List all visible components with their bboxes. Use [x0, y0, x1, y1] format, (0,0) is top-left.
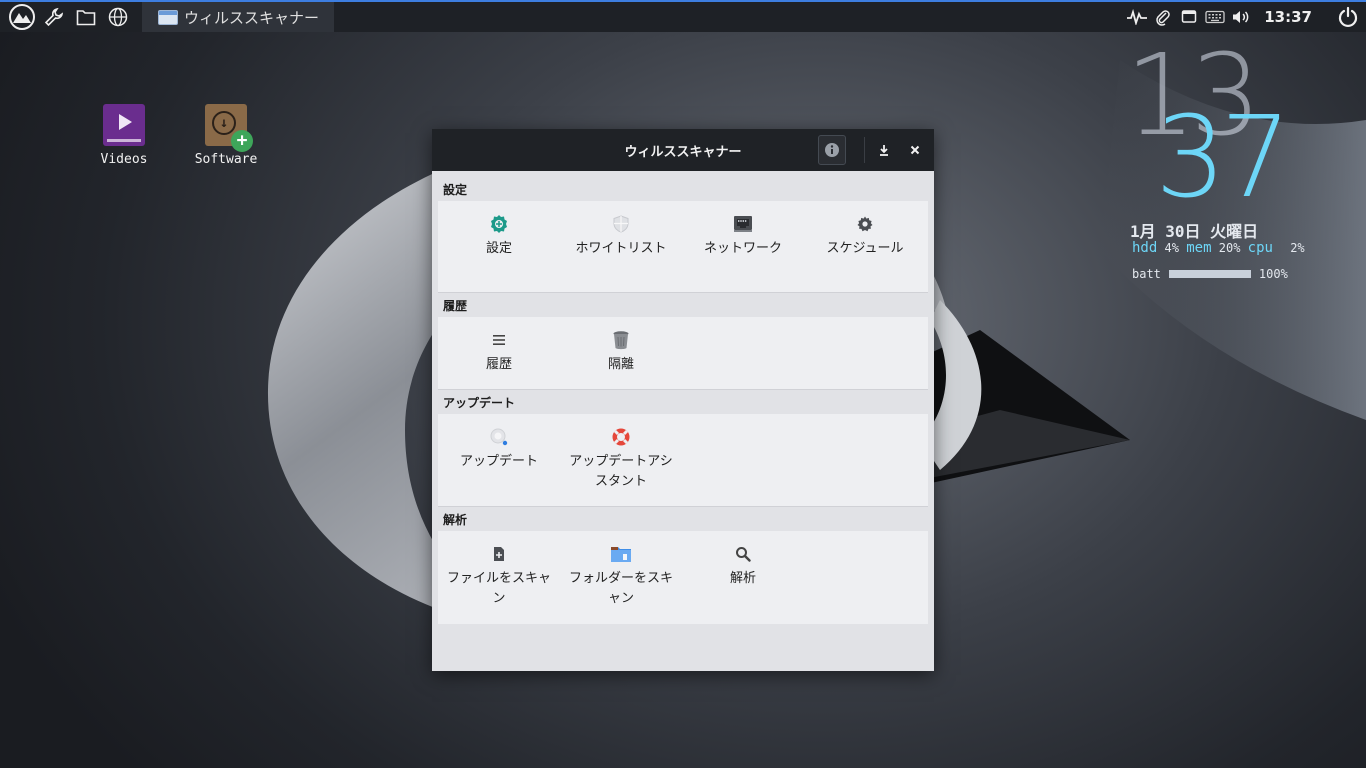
section-update: アップデート アップデートアシスタント: [438, 414, 928, 507]
scan-file-label: ファイルをスキャン: [446, 571, 551, 606]
desktop-icon-label: Software: [194, 152, 258, 167]
history-button[interactable]: 履歴: [438, 317, 560, 389]
scan-folder-button[interactable]: フォルダーをスキャン: [560, 531, 682, 624]
wrench-icon[interactable]: [38, 2, 70, 32]
section-heading-settings: 設定: [443, 183, 468, 197]
app-menu-icon[interactable]: [6, 2, 38, 32]
scan-folder-label: フォルダーをスキャン: [568, 571, 673, 606]
videos-icon: [103, 104, 145, 146]
update-assistant-button[interactable]: アップデートアシスタント: [560, 414, 682, 506]
settings-button[interactable]: 設定: [438, 201, 560, 292]
system-tray: 13:37: [1124, 2, 1366, 32]
whitelist-label: ホワイトリスト: [575, 241, 667, 256]
widget-date: 1月 30日 火曜日: [1130, 222, 1259, 241]
mem-value: 20%: [1218, 241, 1241, 255]
software-icon: ↓ +: [205, 104, 253, 152]
update-icon: [488, 426, 510, 448]
section-scan: ファイルをスキャン フォルダーをスキャン 解析: [438, 531, 928, 624]
top-panel: ウィルススキャナー 13:37: [0, 0, 1366, 32]
virus-scanner-window: ウィルススキャナー 設定 設定 ホワイトリスト ネットワーク スケジュール 履歴…: [432, 129, 934, 671]
widget-battery: batt 100%: [1132, 267, 1288, 281]
trash-icon: [610, 329, 632, 351]
section-heading-scan: 解析: [443, 513, 468, 527]
info-icon: [825, 143, 839, 157]
widget-stats: hdd 4% mem 20% cpu 2%: [1132, 240, 1305, 256]
window-title: ウィルススキャナー: [624, 144, 742, 160]
section-settings: 設定 ホワイトリスト ネットワーク スケジュール: [438, 201, 928, 293]
search-icon: [732, 543, 754, 565]
gear-shield-icon: [488, 213, 510, 235]
volume-icon[interactable]: [1228, 2, 1254, 32]
desktop-icon-software[interactable]: ↓ + Software: [181, 104, 271, 167]
battery-bar: [1168, 270, 1251, 278]
scan-file-button[interactable]: ファイルをスキャン: [438, 531, 560, 624]
power-icon[interactable]: [1330, 2, 1366, 32]
folder-icon: [610, 543, 632, 565]
close-icon: [910, 145, 920, 155]
schedule-label: スケジュール: [826, 241, 904, 256]
file-add-icon: [488, 543, 510, 565]
info-button[interactable]: [818, 135, 846, 165]
notification-icon[interactable]: [1176, 2, 1202, 32]
window-titlebar[interactable]: ウィルススキャナー: [432, 129, 934, 171]
window-icon: [158, 9, 178, 25]
cpu-label: cpu: [1247, 240, 1273, 256]
activity-icon[interactable]: [1124, 2, 1150, 32]
hdd-label: hdd: [1132, 240, 1158, 256]
shield-icon: [610, 213, 632, 235]
widget-minute: 37: [1155, 93, 1291, 223]
keyboard-icon[interactable]: [1202, 2, 1228, 32]
section-heading-history: 履歴: [443, 299, 468, 313]
whitelist-button[interactable]: ホワイトリスト: [560, 201, 682, 292]
hdd-value: 4%: [1164, 241, 1179, 255]
close-button[interactable]: [899, 129, 931, 171]
download-icon: [880, 145, 888, 156]
batt-label: batt: [1132, 267, 1161, 281]
list-icon: [488, 329, 510, 351]
settings-label: 設定: [485, 241, 512, 256]
desktop-icon-videos[interactable]: Videos: [79, 104, 169, 167]
section-heading-update: アップデート: [443, 396, 516, 410]
lifebuoy-icon: [610, 426, 632, 448]
history-label: 履歴: [485, 357, 512, 372]
schedule-button[interactable]: スケジュール: [804, 201, 926, 292]
network-label: ネットワーク: [703, 241, 782, 256]
section-history: 履歴 隔離: [438, 317, 928, 390]
desktop-icon-label: Videos: [100, 152, 148, 167]
network-button[interactable]: ネットワーク: [682, 201, 804, 292]
taskbar-window-virus-scanner[interactable]: ウィルススキャナー: [142, 2, 334, 32]
update-assistant-label: アップデートアシスタント: [569, 454, 673, 489]
taskbar-window-label: ウィルススキャナー: [184, 8, 320, 27]
mem-label: mem: [1186, 240, 1212, 256]
analyze-label: 解析: [729, 571, 756, 586]
titlebar-separator: [864, 137, 865, 163]
globe-icon[interactable]: [102, 2, 134, 32]
update-button[interactable]: アップデート: [438, 414, 560, 506]
paperclip-icon[interactable]: [1150, 2, 1176, 32]
analyze-button[interactable]: 解析: [682, 531, 804, 624]
update-label: アップデート: [459, 454, 538, 469]
folder-icon[interactable]: [70, 2, 102, 32]
quarantine-button[interactable]: 隔離: [560, 317, 682, 389]
cog-icon: [854, 213, 876, 235]
panel-launchers: ウィルススキャナー: [0, 2, 334, 32]
network-icon: [732, 213, 754, 235]
panel-clock[interactable]: 13:37: [1254, 8, 1330, 26]
batt-value: 100%: [1258, 267, 1288, 281]
minimize-button[interactable]: [868, 129, 900, 171]
quarantine-label: 隔離: [607, 357, 634, 372]
window-content: 設定 設定 ホワイトリスト ネットワーク スケジュール 履歴 履歴 隔離 アップ…: [432, 171, 934, 624]
cpu-value: 2%: [1290, 241, 1305, 255]
